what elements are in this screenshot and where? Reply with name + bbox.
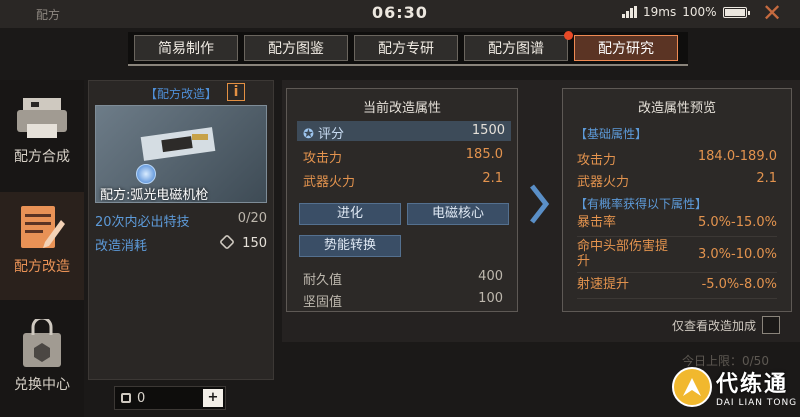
firepower-value: 2.1 <box>482 171 503 186</box>
battery-value: 100% <box>682 5 717 19</box>
preview-attack-label: 攻击力 <box>577 153 617 168</box>
watermark-pinyin: DAI LIAN TONG <box>716 398 798 408</box>
current-attributes-title: 当前改造属性 <box>362 101 441 116</box>
guarantee-label: 20次内必出特技 <box>95 215 190 230</box>
durability-row: 耐久值 400 <box>303 269 503 288</box>
preview-stat-row: 暴击率 5.0%-15.0% <box>577 215 777 237</box>
attack-label: 攻击力 <box>303 151 343 166</box>
printer-icon <box>15 94 69 140</box>
shopping-bag-icon <box>15 319 69 368</box>
score-label: 评分 <box>318 127 345 142</box>
status-bar: 配方 06:30 19ms 100% ✕ <box>0 0 800 28</box>
stat-label: 射速提升 <box>577 277 630 292</box>
chevron-right-icon <box>530 184 550 224</box>
recipe-item-card[interactable]: 配方:弧光电磁机枪 <box>95 105 267 203</box>
sidebar-item-label: 配方合成 <box>14 149 70 165</box>
preview-stat-row: 命中头部伤害提升 3.0%-10.0% <box>577 239 777 273</box>
sidebar-item-modify[interactable]: 配方改造 <box>0 192 84 300</box>
preview-firepower-value: 2.1 <box>756 171 777 186</box>
cost-label: 改造消耗 <box>95 239 148 254</box>
weapon-image <box>140 127 216 161</box>
preview-attack-row: 攻击力 184.0-189.0 <box>577 149 777 168</box>
sidebar-item-synthesis[interactable]: 配方合成 <box>0 88 84 180</box>
stat-label: 暴击率 <box>577 215 617 230</box>
stat-value: -5.0%-8.0% <box>701 277 777 292</box>
ping-value: 19ms <box>643 5 677 19</box>
score-value: 1500 <box>471 123 505 138</box>
cost-row: 改造消耗 150 <box>95 234 267 254</box>
stat-value: 3.0%-10.0% <box>697 247 777 262</box>
bonus-filter-checkbox[interactable] <box>762 316 781 334</box>
attack-row: 攻击力 185.0 <box>303 147 503 166</box>
durability-value: 400 <box>478 269 503 284</box>
star-icon: ✪ <box>303 127 319 142</box>
current-attributes-box: 当前改造属性 ✪ 评分 1500 攻击力 185.0 武器火力 2.1 进化 电… <box>286 88 518 312</box>
sturdiness-value: 100 <box>478 291 503 306</box>
preview-stat-row: 射速提升 -5.0%-8.0% <box>577 277 777 299</box>
base-attributes-tag: 【基础属性】 <box>575 127 648 141</box>
watermark-name: 代练通 <box>716 372 789 397</box>
watermark: 代练通 DAI LIAN TONG <box>672 360 798 414</box>
bonus-filter-label: 仅查看改造加成 <box>672 318 757 333</box>
watermark-logo-icon <box>672 367 712 407</box>
tab-recipe-research[interactable]: 配方研究 <box>574 35 678 61</box>
chance-attributes-tag: 【有概率获得以下属性】 <box>575 197 708 211</box>
notification-dot <box>564 31 573 40</box>
tab-bar: 简易制作 配方图鉴 配方专研 配方图谱 配方研究 <box>128 31 688 66</box>
stat-label: 命中头部伤害提升 <box>577 239 669 269</box>
bonus-filter: 仅查看改造加成 <box>672 316 781 334</box>
tab-recipe-catalog[interactable]: 配方图鉴 <box>244 35 348 61</box>
preview-attack-value: 184.0-189.0 <box>697 149 777 164</box>
battery-icon <box>722 6 750 18</box>
sidebar: 配方合成 配方改造 兑换中心 <box>0 80 84 417</box>
cost-value: 150 <box>242 236 267 251</box>
tab-recipe-study[interactable]: 配方专研 <box>354 35 458 61</box>
item-name: 配方:弧光电磁机枪 <box>100 188 209 203</box>
quantity-value: 0 <box>137 390 146 406</box>
sturdiness-label: 坚固值 <box>303 295 343 310</box>
sidebar-item-label: 兑换中心 <box>14 377 70 393</box>
tab-recipe-atlas-label: 配方图谱 <box>488 41 544 57</box>
app-title: 配方 <box>36 8 61 22</box>
firepower-row: 武器火力 2.1 <box>303 171 503 190</box>
tab-recipe-atlas[interactable]: 配方图谱 <box>464 31 573 61</box>
signal-icon <box>622 6 637 18</box>
firepower-label: 武器火力 <box>303 175 356 190</box>
attack-value: 185.0 <box>465 147 503 162</box>
notepad-pencil-icon <box>15 204 69 250</box>
preview-attributes-box: 改造属性预览 【基础属性】 攻击力 184.0-189.0 武器火力 2.1 【… <box>562 88 792 312</box>
sidebar-item-exchange[interactable]: 兑换中心 <box>0 316 84 416</box>
tab-simple-craft[interactable]: 简易制作 <box>134 35 238 61</box>
part-icon <box>121 393 131 403</box>
preview-firepower-row: 武器火力 2.1 <box>577 171 777 190</box>
clock: 06:30 <box>372 3 428 22</box>
close-icon[interactable]: ✕ <box>762 0 782 26</box>
score-row: ✪ 评分 1500 <box>297 121 511 142</box>
stat-value: 5.0%-15.0% <box>697 215 777 230</box>
sidebar-item-label: 配方改造 <box>14 259 70 275</box>
material-quantity: 0 + <box>114 386 226 410</box>
rarity-badge-icon <box>136 164 156 184</box>
durability-label: 耐久值 <box>303 273 343 288</box>
recipe-item-panel: 【配方改造】 i 配方:弧光电磁机枪 20次内必出特技 0/20 改造消耗 15… <box>88 80 274 380</box>
panel-header: 【配方改造】 <box>144 87 217 101</box>
potential-conversion-button[interactable]: 势能转换 <box>299 235 401 257</box>
preview-title: 改造属性预览 <box>637 101 716 116</box>
attribute-panel: 当前改造属性 ✪ 评分 1500 攻击力 185.0 武器火力 2.1 进化 电… <box>282 80 800 342</box>
status-indicators: 19ms 100% <box>622 5 750 19</box>
info-icon[interactable]: i <box>227 83 245 101</box>
part-icon <box>219 234 236 250</box>
guarantee-row: 20次内必出特技 0/20 <box>95 211 267 230</box>
sturdiness-row: 坚固值 100 <box>303 291 503 310</box>
add-material-button[interactable]: + <box>203 389 223 407</box>
guarantee-progress: 0/20 <box>237 211 267 226</box>
preview-firepower-label: 武器火力 <box>577 175 630 190</box>
evolve-button[interactable]: 进化 <box>299 203 401 225</box>
electromagnetic-core-button[interactable]: 电磁核心 <box>407 203 509 225</box>
